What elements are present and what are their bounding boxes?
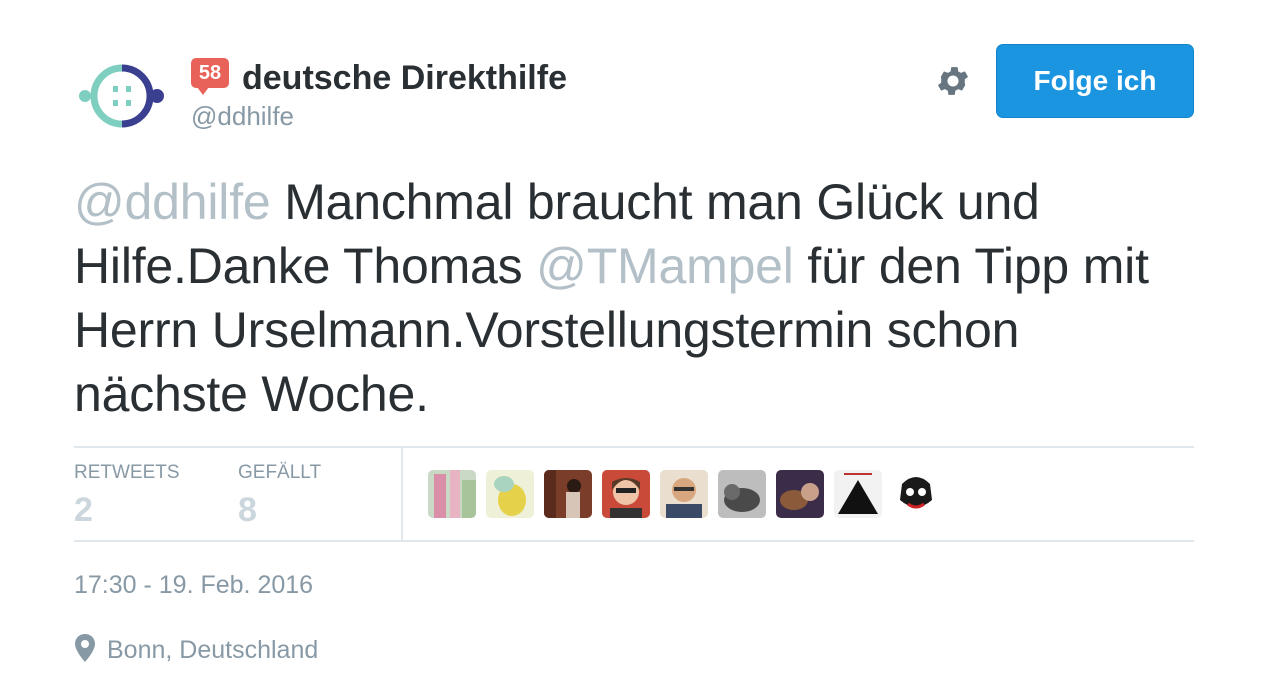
liker-avatar-1[interactable] bbox=[428, 470, 476, 518]
liker-avatar-8[interactable] bbox=[834, 470, 882, 518]
liker-avatar-6[interactable] bbox=[718, 470, 766, 518]
tweet-header: 58 deutsche Direkthilfe @ddhilfe Folge i… bbox=[74, 44, 1194, 132]
liker-avatar-4[interactable] bbox=[602, 470, 650, 518]
liker-avatar-3[interactable] bbox=[544, 470, 592, 518]
likes-stat[interactable]: GEFÄLLT 8 bbox=[238, 462, 321, 532]
retweets-count: 2 bbox=[74, 491, 93, 529]
tweet-timestamp[interactable]: 17:30 - 19. Feb. 2016 bbox=[74, 570, 313, 600]
location-text: Bonn, Deutschland bbox=[107, 636, 319, 664]
user-handle[interactable]: @ddhilfe bbox=[191, 100, 294, 132]
tweet-stats: RETWEETS 2 GEFÄLLT 8 bbox=[74, 448, 1194, 540]
notification-badge: 58 bbox=[191, 58, 229, 95]
gear-icon[interactable] bbox=[934, 62, 972, 100]
liker-avatar-5[interactable] bbox=[660, 470, 708, 518]
user-avatar[interactable] bbox=[74, 56, 170, 136]
likes-count: 8 bbox=[238, 491, 257, 529]
retweets-label: RETWEETS bbox=[74, 462, 180, 483]
display-name[interactable]: deutsche Direkthilfe bbox=[242, 58, 567, 98]
liker-avatar-9[interactable] bbox=[892, 470, 940, 518]
mention-link-tmampel[interactable]: @TMampel bbox=[536, 238, 794, 294]
liker-avatar-2[interactable] bbox=[486, 470, 534, 518]
retweets-stat[interactable]: RETWEETS 2 bbox=[74, 462, 180, 532]
divider-bottom bbox=[74, 540, 1194, 542]
follow-button[interactable]: Folge ich bbox=[996, 44, 1194, 118]
likes-label: GEFÄLLT bbox=[238, 462, 322, 483]
map-pin-icon bbox=[75, 634, 95, 662]
tweet-text: @ddhilfe Manchmal braucht man Glück und … bbox=[74, 170, 1194, 426]
liker-avatar-7[interactable] bbox=[776, 470, 824, 518]
stats-separator bbox=[401, 448, 403, 540]
mention-link-ddhilfe[interactable]: @ddhilfe bbox=[74, 174, 271, 230]
